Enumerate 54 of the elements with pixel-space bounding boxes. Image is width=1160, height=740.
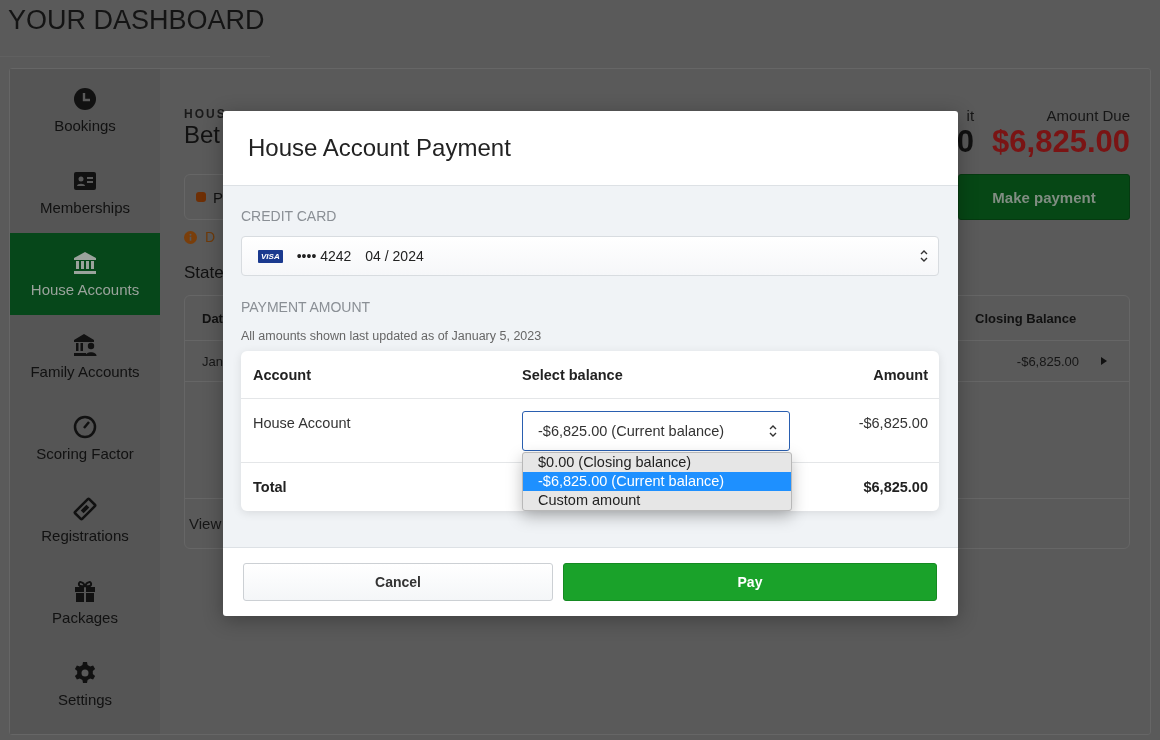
sidebar-item[interactable]: Registrations xyxy=(10,479,160,561)
make-payment-button[interactable]: Make payment xyxy=(958,174,1130,220)
table-cell-text: Jan xyxy=(202,353,224,369)
view-link[interactable]: View xyxy=(189,515,222,532)
section-label: PAYMENT AMOUNT xyxy=(241,299,372,315)
sidebar-item[interactable]: House Accounts xyxy=(10,233,160,315)
dropdown-option[interactable]: Custom amount xyxy=(523,491,791,510)
notice-text: D xyxy=(205,229,216,245)
section-label: HOUS xyxy=(184,107,227,121)
total-label: Total xyxy=(253,479,288,495)
ticket-icon xyxy=(73,496,97,521)
column-header: Account xyxy=(253,366,312,383)
gift-icon xyxy=(73,578,97,603)
pay-button[interactable]: Pay xyxy=(563,563,937,601)
table-cell-text: House Account xyxy=(253,414,352,433)
credit-limit-label: it xyxy=(966,107,975,124)
section-label: CREDIT CARD xyxy=(241,208,338,224)
table-cell-text: -$6,825.00 xyxy=(857,414,928,433)
sidebar-item[interactable]: Packages xyxy=(10,561,160,643)
card-brand-logo: VISA xyxy=(258,249,283,263)
card-select[interactable]: VISA •••• 4242 04 / 2024 xyxy=(241,236,939,276)
bank-icon xyxy=(73,250,97,275)
clock-icon xyxy=(73,86,97,111)
column-header: Select balance xyxy=(522,366,624,383)
info-icon xyxy=(184,230,197,244)
chevron-updown-icon xyxy=(769,424,777,438)
sidebar-item[interactable]: Settings xyxy=(10,643,160,725)
statement-heading: State xyxy=(184,263,225,283)
total-amount: $6,825.00 xyxy=(862,479,928,495)
column-header: Dat xyxy=(202,310,224,326)
sidebar-item[interactable]: Family Accounts xyxy=(10,315,160,397)
chevron-updown-icon xyxy=(920,249,928,263)
table-cell-text: -$6,825.00 xyxy=(1015,353,1079,369)
cancel-button[interactable]: Cancel xyxy=(243,563,553,601)
page-title: YOUR DASHBOARD xyxy=(8,4,266,36)
settings-icon xyxy=(73,660,97,685)
credit-limit-value: 0 xyxy=(956,124,975,160)
dialog-title: House Account Payment xyxy=(248,134,511,162)
gauge-icon xyxy=(73,414,97,439)
sidebar-item[interactable]: Scoring Factor xyxy=(10,397,160,479)
dropdown-option[interactable]: -$6,825.00 (Current balance) xyxy=(523,472,791,491)
sidebar-item[interactable]: Bookings xyxy=(10,69,160,151)
update-note: All amounts shown last updated as of January 5, 2023 xyxy=(241,329,543,343)
column-header: Closing Balance xyxy=(975,310,1078,326)
column-header: Amount xyxy=(872,366,928,383)
amount-due-value: $6,825.00 xyxy=(992,124,1130,160)
dropdown-option[interactable]: $0.00 (Closing balance) xyxy=(523,453,791,472)
caret-icon[interactable] xyxy=(1101,357,1107,365)
amount-due-label: Amount Due xyxy=(1046,107,1130,124)
balance-select[interactable]: -$6,825.00 (Current balance) xyxy=(522,411,790,451)
status-text: P xyxy=(213,188,223,206)
account-name: Bet xyxy=(184,121,222,149)
bank-person-icon xyxy=(73,332,97,357)
sidebar-item[interactable]: Memberships xyxy=(10,151,160,233)
